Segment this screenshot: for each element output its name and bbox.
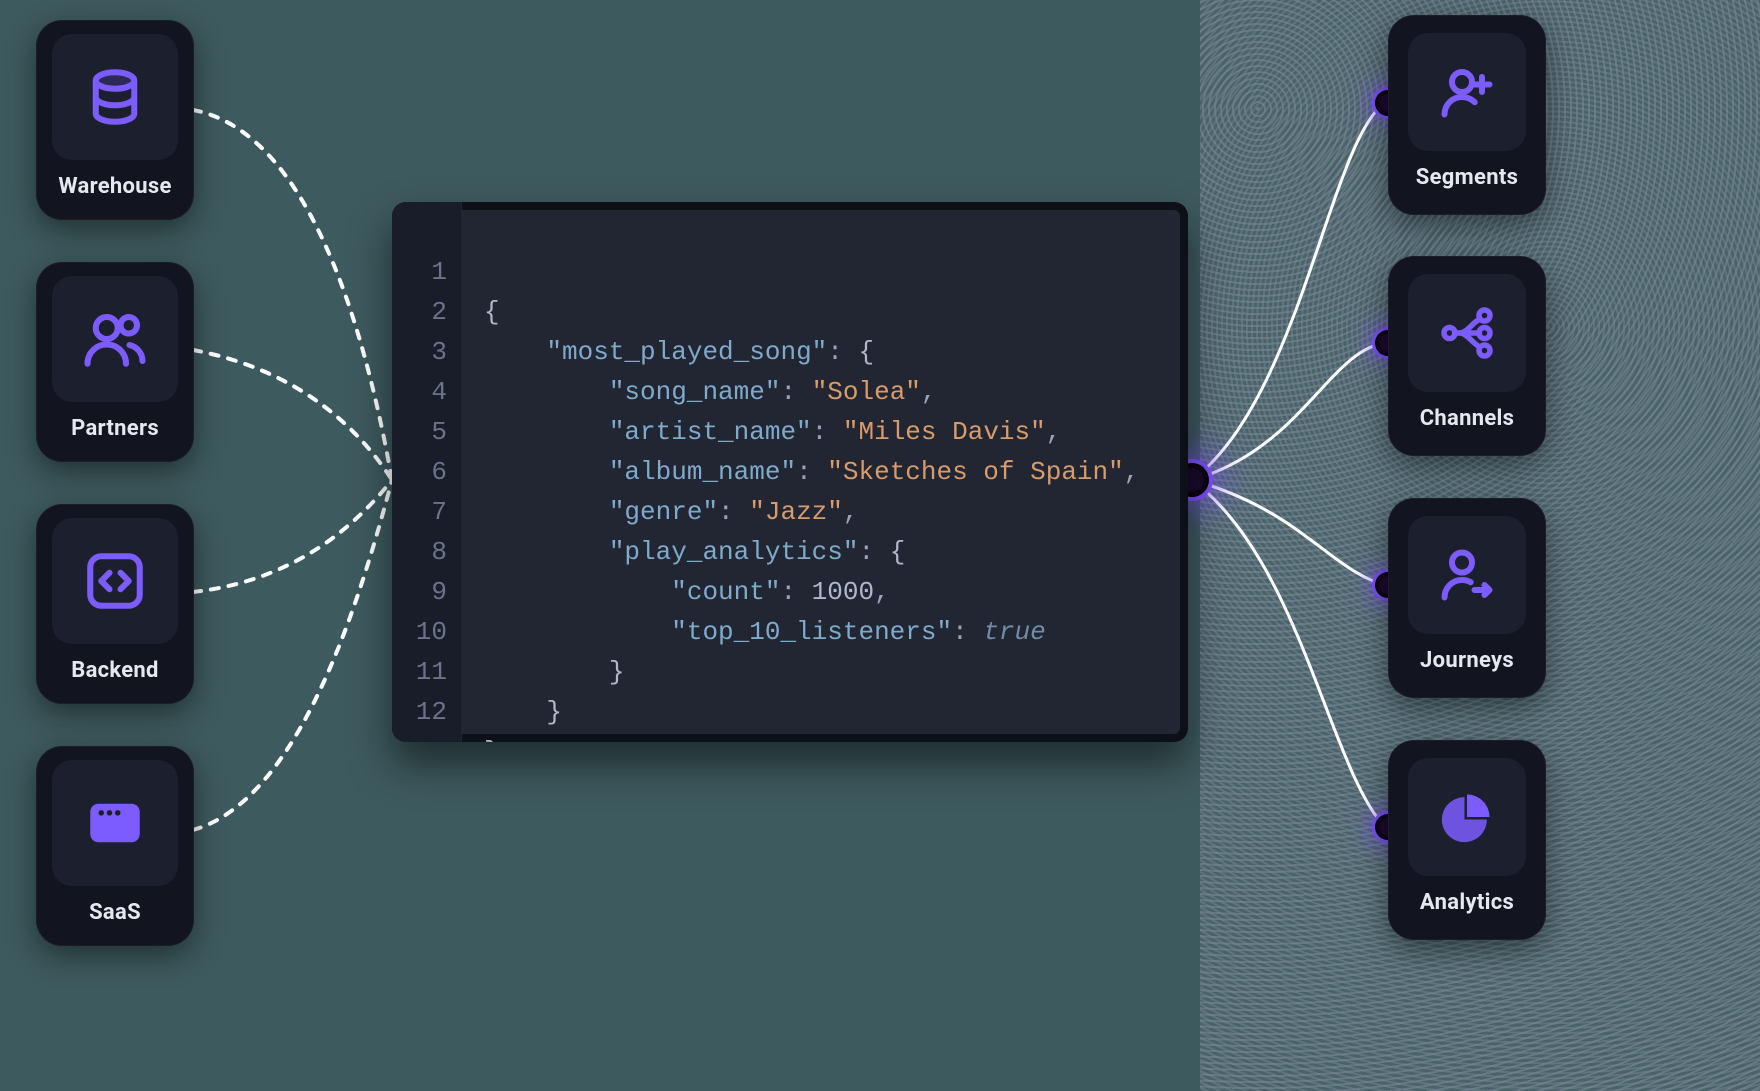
network-icon [1408,274,1526,392]
dest-label: Channels [1420,406,1515,439]
source-card-backend[interactable]: Backend [36,504,194,704]
source-card-warehouse[interactable]: Warehouse [36,20,194,220]
dest-label: Analytics [1420,890,1514,923]
pie-chart-icon [1408,758,1526,876]
dest-card-analytics[interactable]: Analytics [1388,740,1546,940]
source-card-saas[interactable]: SaaS [36,746,194,946]
source-card-partners[interactable]: Partners [36,262,194,462]
code-body: { "most_played_song": { "song_name": "So… [462,202,1139,742]
browser-icon [52,760,178,886]
dest-card-channels[interactable]: Channels [1388,256,1546,456]
dest-label: Segments [1416,165,1518,198]
dest-card-journeys[interactable]: Journeys [1388,498,1546,698]
code-panel: 123456 789101112 { "most_played_song": {… [392,202,1188,742]
source-label: Partners [71,416,159,449]
database-icon [52,34,178,160]
dest-card-segments[interactable]: Segments [1388,15,1546,215]
person-arrow-icon [1408,516,1526,634]
source-label: Backend [71,658,159,691]
source-label: SaaS [89,900,141,933]
code-box-icon [52,518,178,644]
dest-label: Journeys [1420,648,1514,681]
people-icon [52,276,178,402]
source-label: Warehouse [58,174,171,207]
person-plus-icon [1408,33,1526,151]
line-gutter: 123456 789101112 [392,202,462,742]
